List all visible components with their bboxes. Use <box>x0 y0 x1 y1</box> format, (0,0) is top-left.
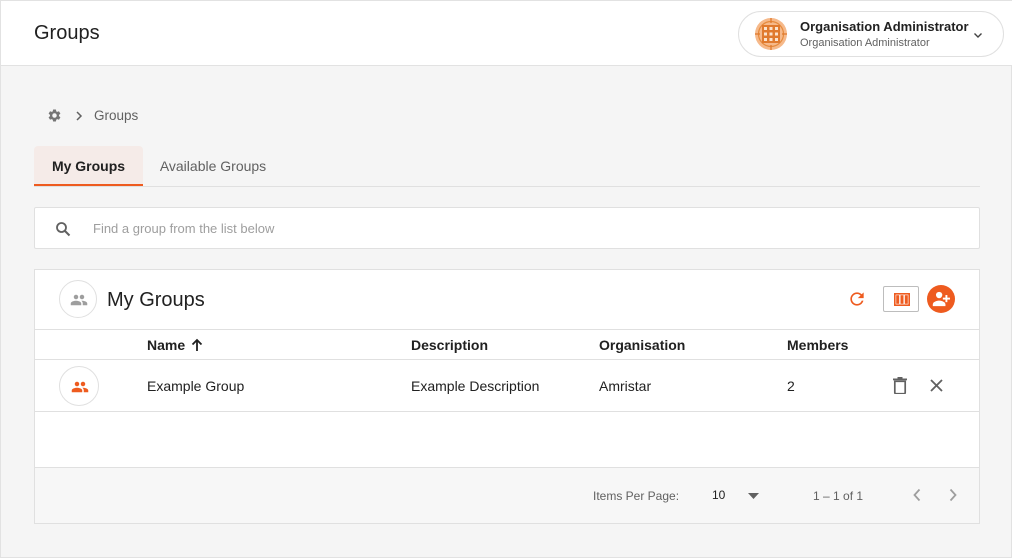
chevron-down-icon <box>974 33 982 38</box>
group-icon <box>71 381 89 393</box>
user-role: Organisation Administrator <box>800 37 930 49</box>
page-title: Groups <box>34 22 100 44</box>
column-header-description[interactable]: Description <box>411 337 488 353</box>
delete-icon[interactable] <box>893 377 907 394</box>
cell-members: 2 <box>787 378 795 394</box>
caret-down-icon <box>748 493 759 499</box>
table-row[interactable]: Example Group Example Description Amrist… <box>35 360 979 412</box>
add-group-button[interactable] <box>927 285 955 313</box>
user-menu-button[interactable]: Organisation Administrator Organisation … <box>738 11 1004 57</box>
columns-toggle-button[interactable] <box>883 286 919 312</box>
organisation-logo-icon <box>755 18 787 50</box>
column-header-name[interactable]: Name <box>147 337 185 353</box>
table-header: Name Description Organisation Members <box>35 329 979 360</box>
close-icon[interactable] <box>930 379 943 392</box>
top-header: Groups Organisation Administrator Organi… <box>1 1 1012 66</box>
app-window: Groups Organisation Administrator Organi… <box>0 0 1012 558</box>
previous-page-icon[interactable] <box>912 488 922 502</box>
next-page-icon[interactable] <box>948 488 958 502</box>
tab-my-groups[interactable]: My Groups <box>34 146 143 186</box>
cell-organisation: Amristar <box>599 378 652 394</box>
settings-gear-icon[interactable] <box>47 108 62 123</box>
add-group-icon <box>932 291 950 307</box>
search-icon <box>56 222 71 237</box>
my-groups-card: My Groups Name Description Organisation … <box>34 269 980 524</box>
items-per-page-value: 10 <box>712 488 726 502</box>
search-bar <box>34 207 980 249</box>
cell-description: Example Description <box>411 378 540 394</box>
items-per-page-label: Items Per Page: <box>593 489 680 503</box>
column-header-organisation[interactable]: Organisation <box>599 337 685 353</box>
card-icon-badge <box>59 280 97 318</box>
page-range-label: 1 – 1 of 1 <box>813 489 864 503</box>
tab-available-groups[interactable]: Available Groups <box>155 146 271 186</box>
column-header-members[interactable]: Members <box>787 337 848 353</box>
refresh-icon[interactable] <box>847 289 867 309</box>
group-tabs: My Groups Available Groups <box>34 146 980 187</box>
cell-name: Example Group <box>147 378 245 394</box>
columns-icon <box>894 293 910 306</box>
card-title: My Groups <box>107 289 205 311</box>
paginator: Items Per Page: 10 1 – 1 of 1 <box>35 467 979 523</box>
group-icon <box>70 294 88 306</box>
user-name: Organisation Administrator <box>800 19 969 34</box>
items-per-page-select[interactable]: 10 <box>712 484 762 508</box>
row-group-avatar <box>59 366 99 406</box>
sort-ascending-icon[interactable] <box>190 338 204 352</box>
breadcrumb-current: Groups <box>94 108 139 123</box>
chevron-right-icon <box>76 111 83 121</box>
search-input[interactable] <box>93 208 963 248</box>
